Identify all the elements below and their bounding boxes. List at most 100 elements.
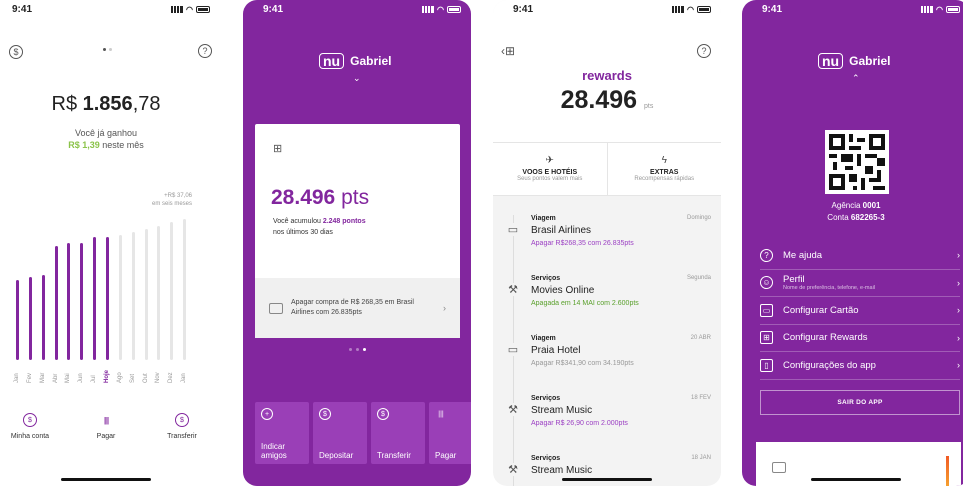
points-unit: pts [644,103,654,110]
accum-value: 2.248 pontos [322,218,366,225]
card-icon [772,462,786,473]
month-label: Hoje [104,369,110,383]
category-title: EXTRAS [650,169,679,176]
rewards-points: 28.496 pts [271,186,369,210]
month-label: Abr [52,373,59,383]
feed-category: Serviços [531,395,561,402]
feed-date: Segunda [686,275,711,281]
card-icon: ▭ [760,303,773,317]
account-info: Agência 0001 Conta 682265-3 [742,200,963,224]
status-bar: 9:41 ◠ [0,0,220,18]
points-unit: pts [341,186,370,209]
feed-item[interactable]: ⚒ Serviços Movies Online Apagada em 14 MAI … [493,265,721,325]
menu-item-sub: Nome de preferência, telefone, e-mail [783,285,876,292]
chevron-down-icon[interactable]: ⌄ [353,73,361,84]
month-label: Out [142,373,149,383]
feed-name: Stream Music [531,405,593,416]
projection-value: +R$ 37,06 [164,193,192,199]
month-label: Fev [26,372,33,383]
agency-label: Agência [831,201,863,210]
chart-bar [41,275,45,360]
month-label: Jan [181,373,188,383]
status-time: 9:41 [762,3,783,15]
category-voos-e-hotéis[interactable]: ✈ VOOS E HOTÉIS Seus pontos valem mais [493,143,608,195]
back-wallet-icon[interactable]: $ [9,45,23,59]
tile-indicar-amigos[interactable]: + Indicar amigos [255,402,309,464]
home-indicator [61,478,151,481]
gift-icon: ⊞ [273,143,283,155]
chart-bar [131,232,135,360]
points-value: 28.496 [271,186,336,209]
accum-suffix: nos últimos 30 dias [273,229,333,236]
tile-pagar[interactable]: ||| Pagar [429,402,471,464]
transfer-icon: $ [377,408,389,420]
feed-item[interactable]: ▭ Viagem Praia Hotel Apagar R$341,90 com 34… [493,325,721,385]
tile-label: Indicar amigos [261,442,287,460]
balance-currency: R$ [51,93,83,115]
chevron-right-icon: › [957,332,960,343]
airplane-icon: ✈ [545,155,554,166]
chevron-right-icon: › [443,303,446,313]
feed-date: 18 FEV [690,395,711,401]
rewards-title: rewards [582,68,632,83]
wifi-icon: ◠ [437,4,444,14]
menu-item-configurar-cartão[interactable]: ▭ Configurar Cartão › [760,297,960,325]
category-subtitle: Seus pontos valem mais [517,176,583,182]
tile-depositar[interactable]: $ Depositar [313,402,367,464]
logout-button[interactable]: SAIR DO APP [760,390,960,415]
status-bar: 9:41 ◠ [243,0,471,18]
balance-integer: 1.856 [82,93,133,115]
battery-icon [447,5,461,13]
color-strip [946,456,949,486]
profile-icon: ☺ [760,276,773,290]
menu-item-label: Configurações do app [783,359,876,371]
chart-bar [170,222,174,360]
rewards-card[interactable]: ⊞ 28.496 pts Você acumulou 2.248 pontos n… [255,124,460,338]
feed-category: Serviços [531,275,561,282]
chevron-right-icon: › [957,250,960,261]
back-gift-icon[interactable]: ‹⊞ [501,44,515,58]
signal-icon [672,5,685,13]
menu-item-configurações-do-app[interactable]: ▯ Configurações do app › [760,352,960,380]
erase-purchase-row[interactable]: Apagar compra de R$ 268,35 em Brasil Air… [255,278,460,338]
category-extras[interactable]: ϟ EXTRAS Recompensas rápidas [608,143,722,195]
chart-bar [67,243,71,360]
tile-label: Pagar [435,451,457,460]
transfer-icon: $ [175,413,189,427]
action-pagar[interactable]: |||| Pagar [76,413,136,441]
action-transferir[interactable]: $ Transferir [152,413,212,440]
feed-name: Praia Hotel [531,345,581,356]
menu-item-configurar-rewards[interactable]: ⊞ Configurar Rewards › [760,325,960,352]
month-label: Dez [168,372,175,383]
header-logo[interactable]: nu Gabriel [818,53,890,69]
signal-icon [921,5,934,13]
feed-name: Brasil Airlines [531,225,592,236]
help-icon[interactable]: ? [697,44,711,58]
action-minha-conta[interactable]: $ Minha conta [0,413,60,440]
chevron-up-icon[interactable]: ⌃ [852,73,860,84]
feed-detail: Apagada em 14 MAI com 2.600pts [531,300,639,307]
suitcase-icon: ▭ [505,223,521,236]
wifi-icon: ◠ [936,4,943,14]
earned-label: Você já ganhou [74,128,138,138]
battery-icon [697,5,711,13]
feed-item[interactable]: ▭ Viagem Brasil Airlines Apagar R$268,35 co… [493,205,721,265]
month-label: Jan [14,373,20,383]
help-icon[interactable]: ? [198,44,212,58]
balance-decimal: ,78 [132,93,161,115]
rewards-feed: ▭ Viagem Brasil Airlines Apagar R$268,35 co… [493,205,721,486]
menu-item-me-ajuda[interactable]: ? Me ajuda › [760,242,960,270]
chart-bar [16,280,19,360]
balance-bar-chart [12,200,192,360]
menu-item-perfil[interactable]: ☺ Perfil Nome de preferência, telefone, e-… [760,270,960,297]
chart-bar [93,237,97,360]
lightning-icon: ϟ [661,155,667,166]
feed-item[interactable]: ⚒ Serviços Stream Music Apagar R$ 26,90 com… [493,385,721,445]
header-logo[interactable]: nu Gabriel [319,53,391,69]
barcode-icon: ||| [438,410,444,418]
signal-icon [171,5,184,13]
accum-prefix: Você acumulou [273,218,323,225]
feed-detail: Apagar R$ 26,90 com 2.000pts [531,420,628,427]
tile-transferir[interactable]: $ Transferir [371,402,425,464]
battery-icon [946,5,960,13]
